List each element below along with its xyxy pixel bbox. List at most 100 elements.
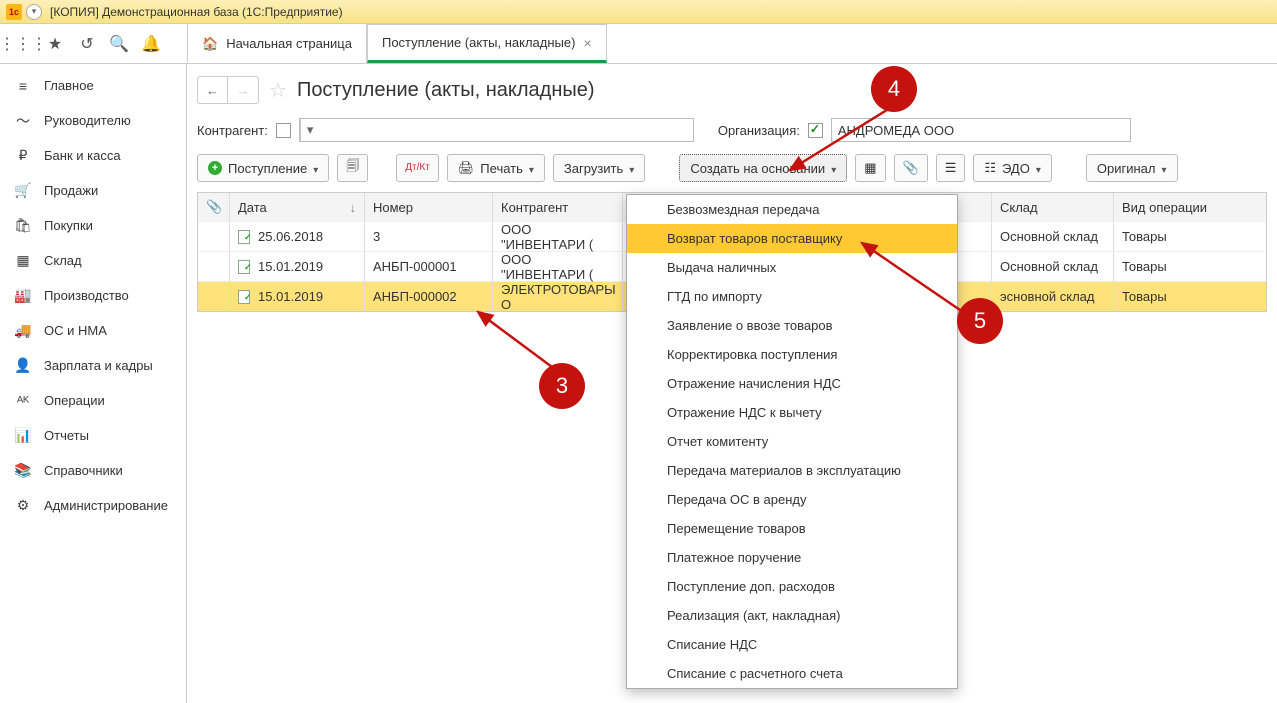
back-button[interactable]: ← — [198, 77, 228, 103]
sidebar-item-label: Покупки — [44, 218, 93, 233]
action-toolbar: +Поступление 🗐 Дт/Кт 🖨 Печать Загрузить С… — [197, 154, 1267, 182]
menu-item[interactable]: Выдача наличных — [627, 253, 957, 282]
sidebar-item-label: Склад — [44, 253, 82, 268]
sidebar-item-directories[interactable]: 📚Справочники — [0, 453, 186, 488]
load-button[interactable]: Загрузить — [553, 154, 645, 182]
create-based-on-button[interactable]: Создать на основании — [679, 154, 847, 182]
sidebar-item-label: Зарплата и кадры — [44, 358, 153, 373]
sidebar-item-assets[interactable]: 🚚ОС и НМА — [0, 313, 186, 348]
paperclip-icon: 📎 — [206, 199, 222, 215]
sidebar-item-warehouse[interactable]: ▦Склад — [0, 243, 186, 278]
sidebar-item-sales[interactable]: 🛒Продажи — [0, 173, 186, 208]
sidebar-item-manager[interactable]: 〜Руководителю — [0, 103, 186, 138]
callout-5: 5 — [957, 298, 1003, 344]
menu-item[interactable]: Поступление доп. расходов — [627, 572, 957, 601]
apps-icon[interactable]: ⋮⋮⋮ — [14, 35, 32, 53]
org-input[interactable]: АНДРОМЕДА ООО — [831, 118, 1131, 142]
cell-date: 15.01.2019 — [230, 252, 365, 281]
tab-home-label: Начальная страница — [226, 36, 352, 51]
toolbar-icons: ⋮⋮⋮ ★ ↺ 🔍 🔔 — [0, 24, 187, 63]
callout-4: 4 — [871, 66, 917, 112]
th-date[interactable]: Дата↓ — [230, 193, 365, 221]
menu-item[interactable]: Безвозмездная передача — [627, 195, 957, 224]
caret-icon — [1161, 161, 1166, 176]
menu-item[interactable]: Корректировка поступления — [627, 340, 957, 369]
caret-icon — [313, 161, 318, 176]
edo-button[interactable]: ☷ЭДО — [973, 154, 1052, 182]
list-button[interactable]: ☰ — [936, 154, 966, 182]
sidebar-item-operations[interactable]: ᴬᴷ Операции — [0, 383, 186, 418]
sidebar-item-production[interactable]: 🏭Производство — [0, 278, 186, 313]
close-icon[interactable]: × — [583, 35, 591, 51]
sort-indicator-icon: ↓ — [350, 200, 357, 215]
dtkt-icon: ᴬᴷ — [14, 393, 32, 409]
cell-attach — [198, 222, 230, 251]
cell-contractor: ООО "ИНВЕНТАРИ ( — [493, 252, 623, 281]
th-number[interactable]: Номер — [365, 193, 493, 221]
org-checkbox[interactable] — [808, 123, 823, 138]
search-icon[interactable]: 🔍 — [110, 35, 128, 53]
attachment-button[interactable]: 📎 — [894, 154, 928, 182]
dtkt-button[interactable]: Дт/Кт — [396, 154, 439, 182]
original-button[interactable]: Оригинал — [1086, 154, 1178, 182]
gear-icon: ⚙ — [14, 497, 32, 514]
title-dropdown[interactable] — [26, 4, 42, 20]
cell-attach — [198, 252, 230, 281]
print-label: Печать — [480, 161, 523, 176]
menu-item[interactable]: Реализация (акт, накладная) — [627, 601, 957, 630]
caret-icon — [629, 161, 634, 176]
sidebar-item-bank[interactable]: ₽Банк и касса — [0, 138, 186, 173]
bell-icon[interactable]: 🔔 — [142, 35, 160, 53]
menu-item[interactable]: Платежное поручение — [627, 543, 957, 572]
menu-item[interactable]: Списание с расчетного счета — [627, 659, 957, 688]
layout-button[interactable]: ▦ — [855, 154, 885, 182]
sidebar-item-admin[interactable]: ⚙Администрирование — [0, 488, 186, 523]
favorite-star-icon[interactable]: ☆ — [269, 78, 287, 103]
menu-item[interactable]: Отчет комитенту — [627, 427, 957, 456]
menu-item[interactable]: ГТД по импорту — [627, 282, 957, 311]
callout-3: 3 — [539, 363, 585, 409]
menu-item[interactable]: Передача материалов в эксплуатацию — [627, 456, 957, 485]
star-icon[interactable]: ★ — [46, 35, 64, 53]
cell-number: 3 — [365, 222, 493, 251]
home-icon: 🏠 — [202, 36, 218, 52]
sidebar-item-purchases[interactable]: 🛍Покупки — [0, 208, 186, 243]
copy-icon: 🗐 — [346, 157, 359, 179]
menu-item[interactable]: Списание НДС — [627, 630, 957, 659]
tab-active[interactable]: Поступление (акты, накладные) × — [367, 24, 607, 63]
menu-icon: ≡ — [14, 78, 32, 94]
menu-item[interactable]: Отражение НДС к вычету — [627, 398, 957, 427]
cart-icon: 🛒 — [14, 182, 32, 199]
layout-icon: ▦ — [864, 160, 876, 176]
org-label: Организация: — [718, 123, 800, 138]
th-contractor[interactable]: Контрагент — [493, 193, 623, 221]
sidebar: ≡Главное 〜Руководителю ₽Банк и касса 🛒Пр… — [0, 64, 187, 703]
sidebar-item-label: Операции — [44, 393, 105, 408]
printer-icon: 🖨 — [458, 160, 475, 176]
menu-item[interactable]: Возврат товаров поставщику — [627, 224, 957, 253]
sidebar-item-reports[interactable]: 📊Отчеты — [0, 418, 186, 453]
menu-item[interactable]: Передача ОС в аренду — [627, 485, 957, 514]
tab-home[interactable]: 🏠 Начальная страница — [187, 24, 367, 63]
window-title: [КОПИЯ] Демонстрационная база (1С:Предпр… — [50, 5, 343, 19]
document-icon — [238, 230, 252, 244]
history-icon[interactable]: ↺ — [78, 35, 96, 53]
contractor-input[interactable] — [299, 118, 694, 142]
receipt-button[interactable]: +Поступление — [197, 154, 329, 182]
copy-button[interactable]: 🗐 — [337, 154, 368, 182]
th-warehouse[interactable]: Склад — [992, 193, 1114, 221]
cell-warehouse: Основной склад — [992, 252, 1114, 281]
cell-contractor: ЭЛЕКТРОТОВАРЫ О — [493, 282, 623, 311]
sidebar-item-hr[interactable]: 👤Зарплата и кадры — [0, 348, 186, 383]
menu-item[interactable]: Отражение начисления НДС — [627, 369, 957, 398]
forward-button[interactable]: → — [228, 77, 258, 103]
th-operation[interactable]: Вид операции — [1114, 193, 1266, 221]
print-button[interactable]: 🖨 Печать — [447, 154, 545, 182]
sidebar-item-main[interactable]: ≡Главное — [0, 68, 186, 103]
th-attachment[interactable]: 📎 — [198, 193, 230, 221]
contractor-checkbox[interactable] — [276, 123, 291, 138]
menu-item[interactable]: Перемещение товаров — [627, 514, 957, 543]
menu-item[interactable]: Заявление о ввозе товаров — [627, 311, 957, 340]
cell-number: АНБП-000001 — [365, 252, 493, 281]
th-contractor-label: Контрагент — [501, 200, 568, 215]
